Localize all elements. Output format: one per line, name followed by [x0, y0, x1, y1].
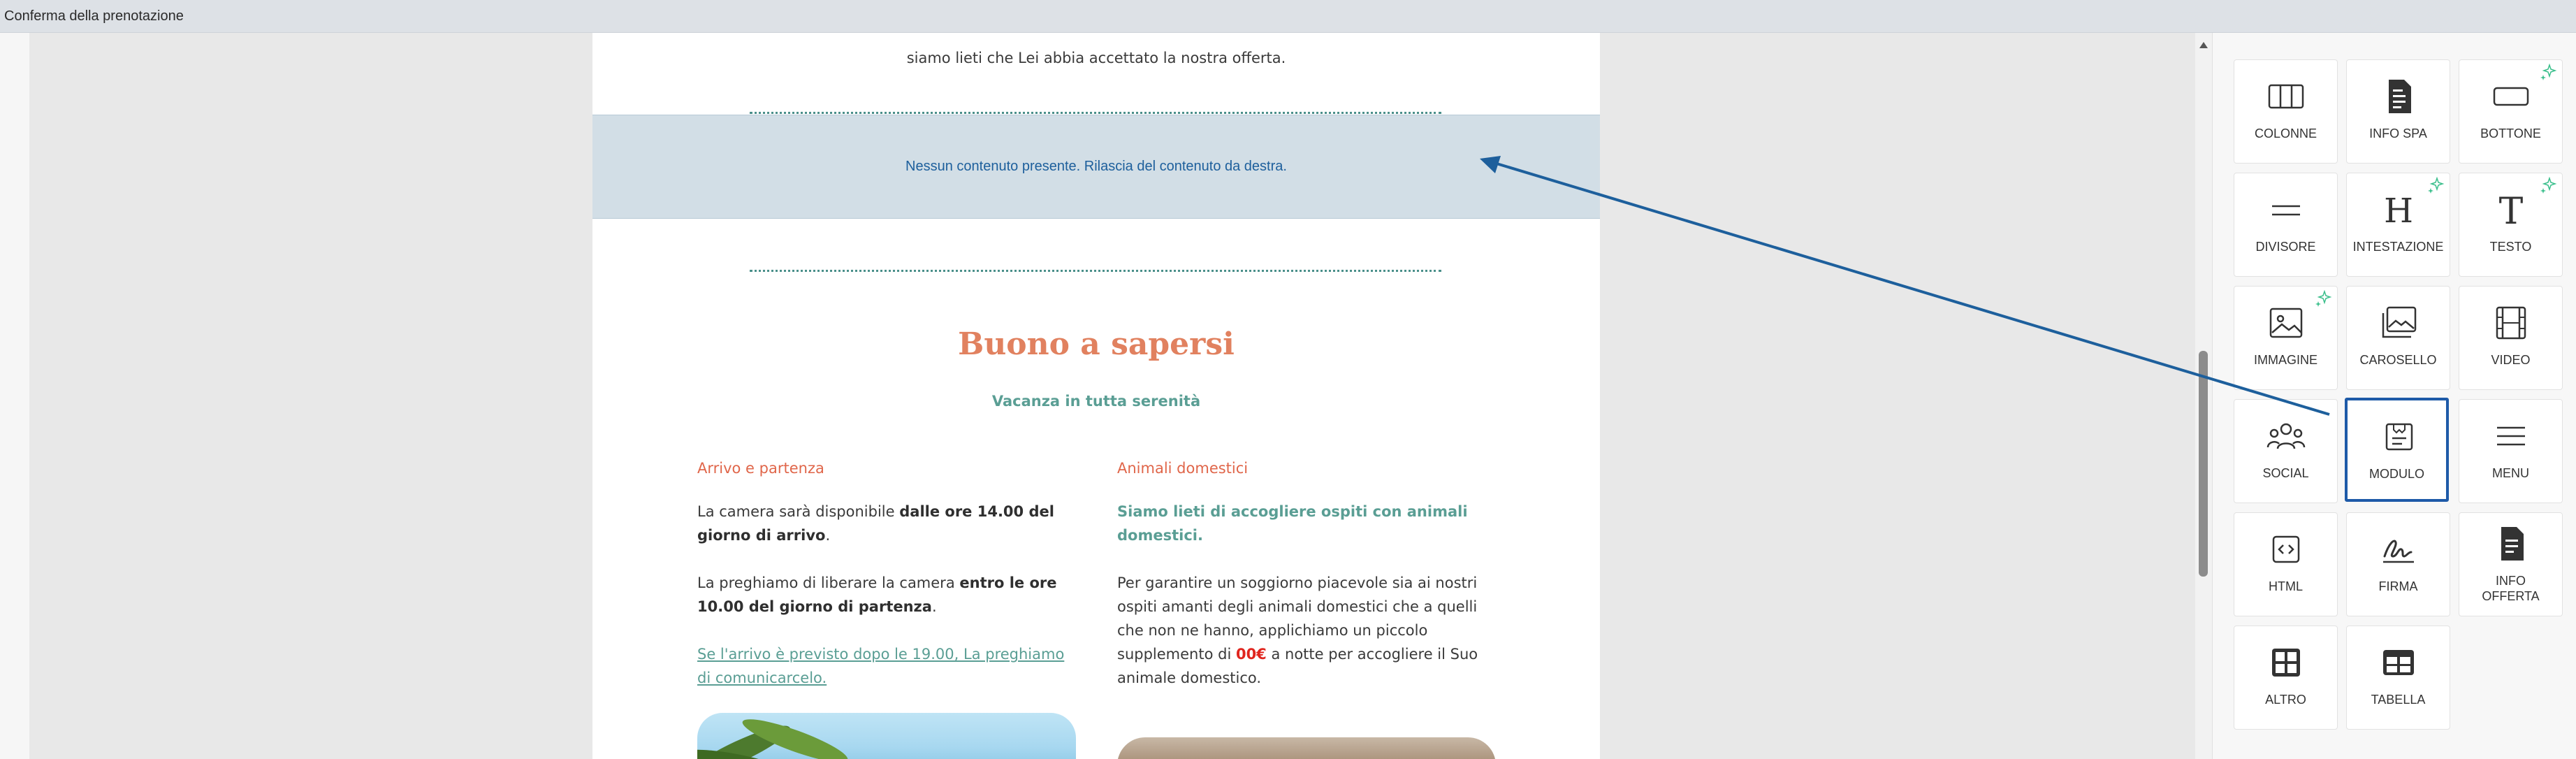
- heading-icon: H: [2384, 191, 2413, 231]
- checkout-paragraph: La preghiamo di liberare la camera entro…: [697, 574, 1057, 615]
- scroll-up-arrow[interactable]: [2199, 42, 2208, 48]
- column-heading: Animali domestici: [1117, 460, 1249, 477]
- pet-photo[interactable]: [1117, 737, 1496, 759]
- pets-welcome-text: Siamo lieti di accogliere ospiti con ani…: [1117, 503, 1468, 544]
- drop-zone[interactable]: Nessun contenuto presente. Rilascia del …: [592, 115, 1600, 219]
- pets-fee-paragraph: Per garantire un soggiorno piacevole sia…: [1117, 574, 1478, 686]
- tile-social[interactable]: SOCIAL: [2234, 399, 2338, 503]
- other-icon: [2272, 649, 2300, 677]
- scrollbar-thumb[interactable]: [2199, 351, 2208, 577]
- divider-icon: [2272, 205, 2300, 216]
- tile-html[interactable]: HTML: [2234, 512, 2338, 616]
- section-subtitle[interactable]: Vacanza in tutta serenità: [592, 393, 1600, 410]
- tile-testo[interactable]: T TESTO: [2459, 173, 2563, 277]
- tile-modulo[interactable]: MODULO: [2345, 398, 2449, 502]
- form-icon: [2385, 423, 2413, 451]
- video-icon: [2496, 306, 2526, 340]
- column-arrival-departure[interactable]: Arrivo e partenza La camera sarà disponi…: [697, 456, 1078, 714]
- ai-sparkle-icon: [2315, 290, 2332, 307]
- dotted-divider: [750, 112, 1441, 114]
- table-icon: [2383, 650, 2414, 675]
- tile-immagine[interactable]: IMMAGINE: [2234, 286, 2338, 390]
- left-gutter: [0, 33, 29, 759]
- columns-icon: [2268, 84, 2304, 109]
- tile-divisore[interactable]: DIVISORE: [2234, 173, 2338, 277]
- window-titlebar: Conferma della prenotazione: [0, 0, 2576, 33]
- pet-fee-price: 00€: [1235, 646, 1267, 663]
- email-preview: siamo lieti che Lei abbia accettato la n…: [592, 33, 1600, 759]
- html-icon: [2272, 535, 2300, 563]
- text-icon: T: [2499, 191, 2524, 231]
- tile-firma[interactable]: FIRMA: [2346, 512, 2450, 616]
- ai-sparkle-icon: [2428, 177, 2445, 194]
- button-icon: [2493, 87, 2529, 106]
- signature-icon: [2383, 540, 2414, 563]
- tile-tabella[interactable]: TABELLA: [2346, 626, 2450, 730]
- late-arrival-link-paragraph: Se l'arrivo è previsto dopo le 19.00, La…: [697, 642, 1078, 690]
- window-title: Conferma della prenotazione: [4, 8, 184, 24]
- tile-intestazione[interactable]: H INTESTAZIONE: [2346, 173, 2450, 277]
- social-icon: [2266, 423, 2306, 449]
- section-title[interactable]: Buono a sapersi: [592, 326, 1600, 362]
- tile-colonne[interactable]: COLONNE: [2234, 59, 2338, 164]
- column-heading: Arrivo e partenza: [697, 460, 824, 477]
- tile-menu[interactable]: MENU: [2459, 399, 2563, 503]
- tile-altro[interactable]: ALTRO: [2234, 626, 2338, 730]
- tile-video[interactable]: VIDEO: [2459, 286, 2563, 390]
- tile-bottone[interactable]: BOTTONE: [2459, 59, 2563, 164]
- tile-info-offerta[interactable]: INFO OFFERTA: [2459, 512, 2563, 616]
- tile-carosello[interactable]: CAROSELLO: [2346, 286, 2450, 390]
- spa-info-icon: [2389, 80, 2411, 113]
- tile-info-spa[interactable]: INFO SPA: [2346, 59, 2450, 164]
- checkin-paragraph: La camera sarà disponibile dalle ore 14.…: [697, 503, 1054, 544]
- ai-sparkle-icon: [2540, 177, 2557, 194]
- image-icon: [2269, 308, 2303, 338]
- beach-photo[interactable]: [697, 713, 1076, 759]
- late-arrival-link[interactable]: Se l'arrivo è previsto dopo le 19.00, La…: [697, 646, 1064, 686]
- offer-info-icon: [2501, 527, 2524, 561]
- drop-zone-text: Nessun contenuto presente. Rilascia del …: [905, 159, 1287, 174]
- intro-text: siamo lieti che Lei abbia accettato la n…: [906, 50, 1286, 66]
- menu-icon: [2497, 426, 2525, 446]
- svg-text:T: T: [2499, 191, 2524, 231]
- dotted-divider: [750, 270, 1441, 272]
- content-blocks-panel: COLONNE INFO SPA BOTTONE DIVISORE H INTE…: [2212, 33, 2576, 759]
- column-pets[interactable]: Animali domestici Siamo lieti di accogli…: [1117, 456, 1498, 714]
- ai-sparkle-icon: [2540, 64, 2557, 80]
- carousel-icon: [2382, 306, 2417, 338]
- svg-text:H: H: [2384, 191, 2413, 231]
